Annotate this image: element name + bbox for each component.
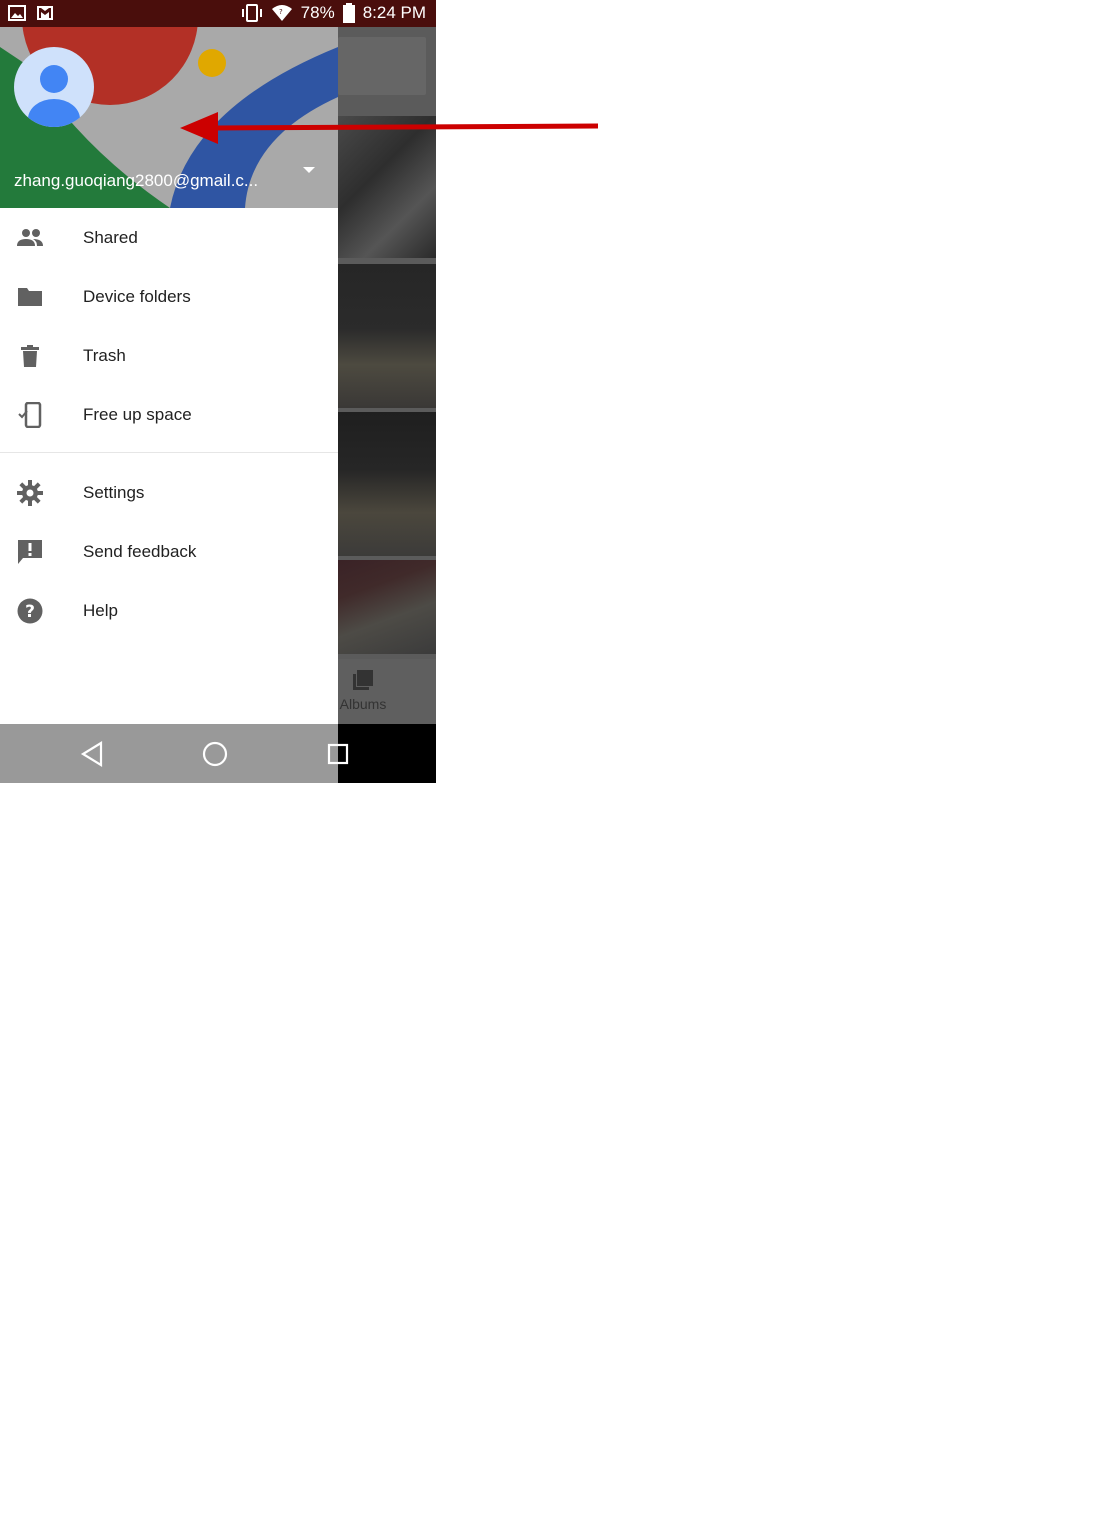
menu-item-send-feedback[interactable]: Send feedback [0, 522, 338, 581]
account-dropdown-icon[interactable] [303, 167, 315, 175]
trash-icon [21, 344, 39, 367]
menu-item-label: Help [83, 600, 118, 620]
albums-tab[interactable]: Albums [338, 659, 436, 724]
menu-item-device-folders[interactable]: Device folders [0, 267, 338, 326]
menu-item-label: Settings [83, 482, 145, 502]
background-search-bar [338, 37, 426, 95]
gear-icon [17, 479, 43, 506]
menu-item-label: Trash [83, 345, 126, 365]
battery-percent: 78% [300, 3, 335, 22]
menu-divider [0, 452, 338, 453]
menu-item-shared[interactable]: Shared [0, 208, 338, 267]
wifi-icon: ? [271, 5, 292, 21]
feedback-icon [18, 539, 42, 564]
account-avatar[interactable] [14, 47, 94, 127]
clock: 8:24 PM [362, 3, 426, 22]
gmail-icon [37, 6, 53, 20]
vibrate-icon [241, 4, 262, 22]
drawer-menu: Shared Device folders Trash Free up spac… [0, 208, 338, 640]
phone-check-icon [18, 401, 42, 428]
svg-text:?: ? [25, 602, 35, 622]
system-navigation-bar-scrim [327, 724, 436, 783]
people-icon [17, 228, 43, 246]
person-icon [28, 65, 80, 127]
menu-item-label: Send feedback [83, 541, 197, 561]
photo-thumbnail [338, 560, 436, 654]
system-navigation-bar [0, 724, 338, 783]
back-icon[interactable] [77, 738, 109, 770]
menu-item-label: Shared [83, 227, 138, 247]
menu-item-label: Free up space [83, 404, 192, 424]
menu-item-settings[interactable]: Settings [0, 463, 338, 522]
menu-item-free-up-space[interactable]: Free up space [0, 385, 338, 444]
home-icon[interactable] [199, 738, 231, 770]
svg-text:?: ? [279, 8, 283, 16]
image-icon [8, 5, 26, 21]
help-icon: ? [17, 598, 43, 623]
albums-icon [353, 670, 373, 690]
battery-icon [342, 3, 355, 23]
albums-tab-label: Albums [339, 696, 387, 712]
status-bar: ? 78% 8:24 PM [0, 0, 436, 27]
menu-item-help[interactable]: ? Help [0, 581, 338, 640]
photo-thumbnail [338, 412, 436, 556]
folder-icon [18, 287, 42, 306]
menu-item-label: Device folders [83, 286, 191, 306]
menu-item-trash[interactable]: Trash [0, 326, 338, 385]
account-email[interactable]: zhang.guoqiang2800@gmail.c... [14, 171, 258, 191]
recents-icon[interactable] [322, 738, 354, 770]
annotation-arrow [180, 112, 599, 144]
photo-thumbnail [338, 264, 436, 408]
